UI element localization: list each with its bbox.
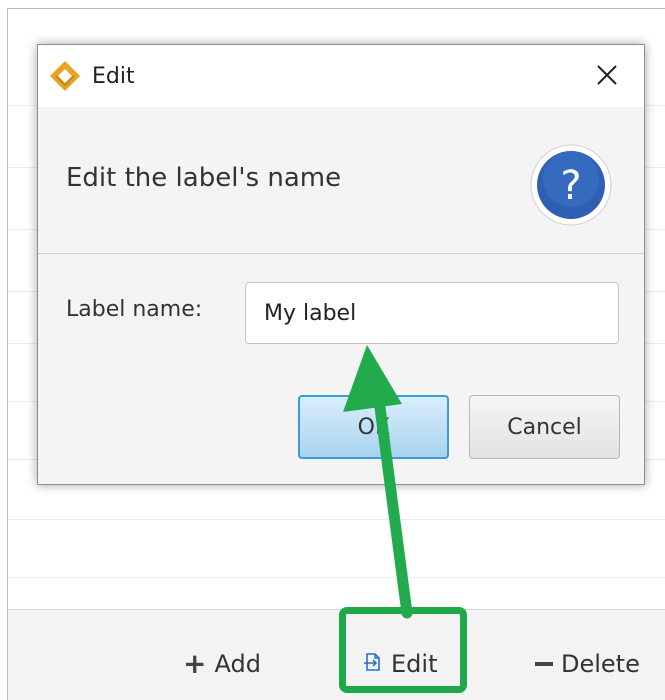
annotation-arrow <box>343 345 413 619</box>
